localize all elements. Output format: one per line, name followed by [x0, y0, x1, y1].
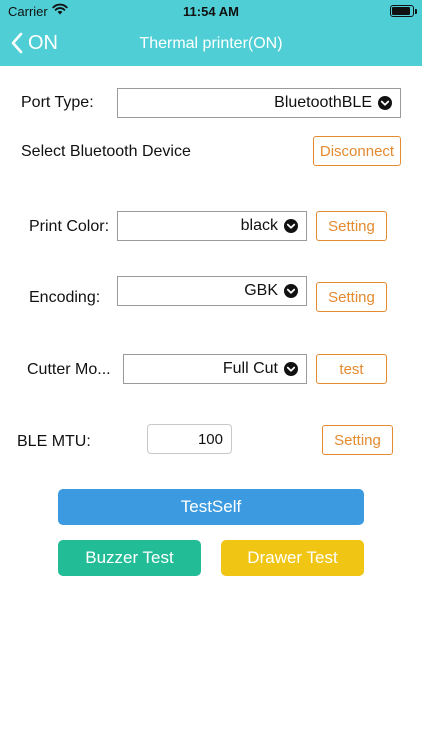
- print-color-select[interactable]: black: [117, 211, 307, 241]
- buzzer-test-button[interactable]: Buzzer Test: [58, 540, 201, 576]
- port-type-value: BluetoothBLE: [274, 94, 372, 111]
- disconnect-button[interactable]: Disconnect: [313, 136, 401, 166]
- print-color-value: black: [240, 217, 278, 234]
- chevron-down-circle-icon: [284, 362, 298, 376]
- page-title: Thermal printer(ON): [139, 35, 283, 52]
- encoding-value: GBK: [244, 282, 278, 299]
- cutter-mode-label: Cutter Mo...: [27, 361, 111, 378]
- test-self-button[interactable]: TestSelf: [58, 489, 364, 525]
- status-bar: Carrier 11:54 AM: [0, 0, 422, 22]
- cutter-mode-select[interactable]: Full Cut: [123, 354, 307, 384]
- port-type-select[interactable]: BluetoothBLE: [117, 88, 401, 118]
- status-time: 11:54 AM: [183, 4, 239, 19]
- drawer-test-button[interactable]: Drawer Test: [221, 540, 364, 576]
- chevron-down-circle-icon: [284, 219, 298, 233]
- print-color-setting-button[interactable]: Setting: [316, 211, 387, 241]
- ble-mtu-setting-button[interactable]: Setting: [322, 425, 393, 455]
- port-type-label: Port Type:: [21, 94, 94, 111]
- cutter-mode-value: Full Cut: [222, 360, 278, 377]
- nav-header: Carrier 11:54 AM ON Thermal printer(ON): [0, 0, 422, 66]
- encoding-select[interactable]: GBK: [117, 276, 307, 306]
- print-color-label: Print Color:: [29, 218, 110, 235]
- ble-mtu-input[interactable]: 100: [147, 424, 232, 454]
- select-bluetooth-label: Select Bluetooth Device: [21, 143, 191, 160]
- encoding-label: Encoding:: [29, 289, 101, 306]
- chevron-down-circle-icon: [284, 284, 298, 298]
- cutter-test-button[interactable]: test: [316, 354, 387, 384]
- ble-mtu-label: BLE MTU:: [17, 433, 91, 450]
- chevron-down-circle-icon: [378, 96, 392, 110]
- ble-mtu-value: 100: [197, 430, 223, 448]
- encoding-setting-button[interactable]: Setting: [316, 282, 387, 312]
- battery-icon: [390, 5, 417, 17]
